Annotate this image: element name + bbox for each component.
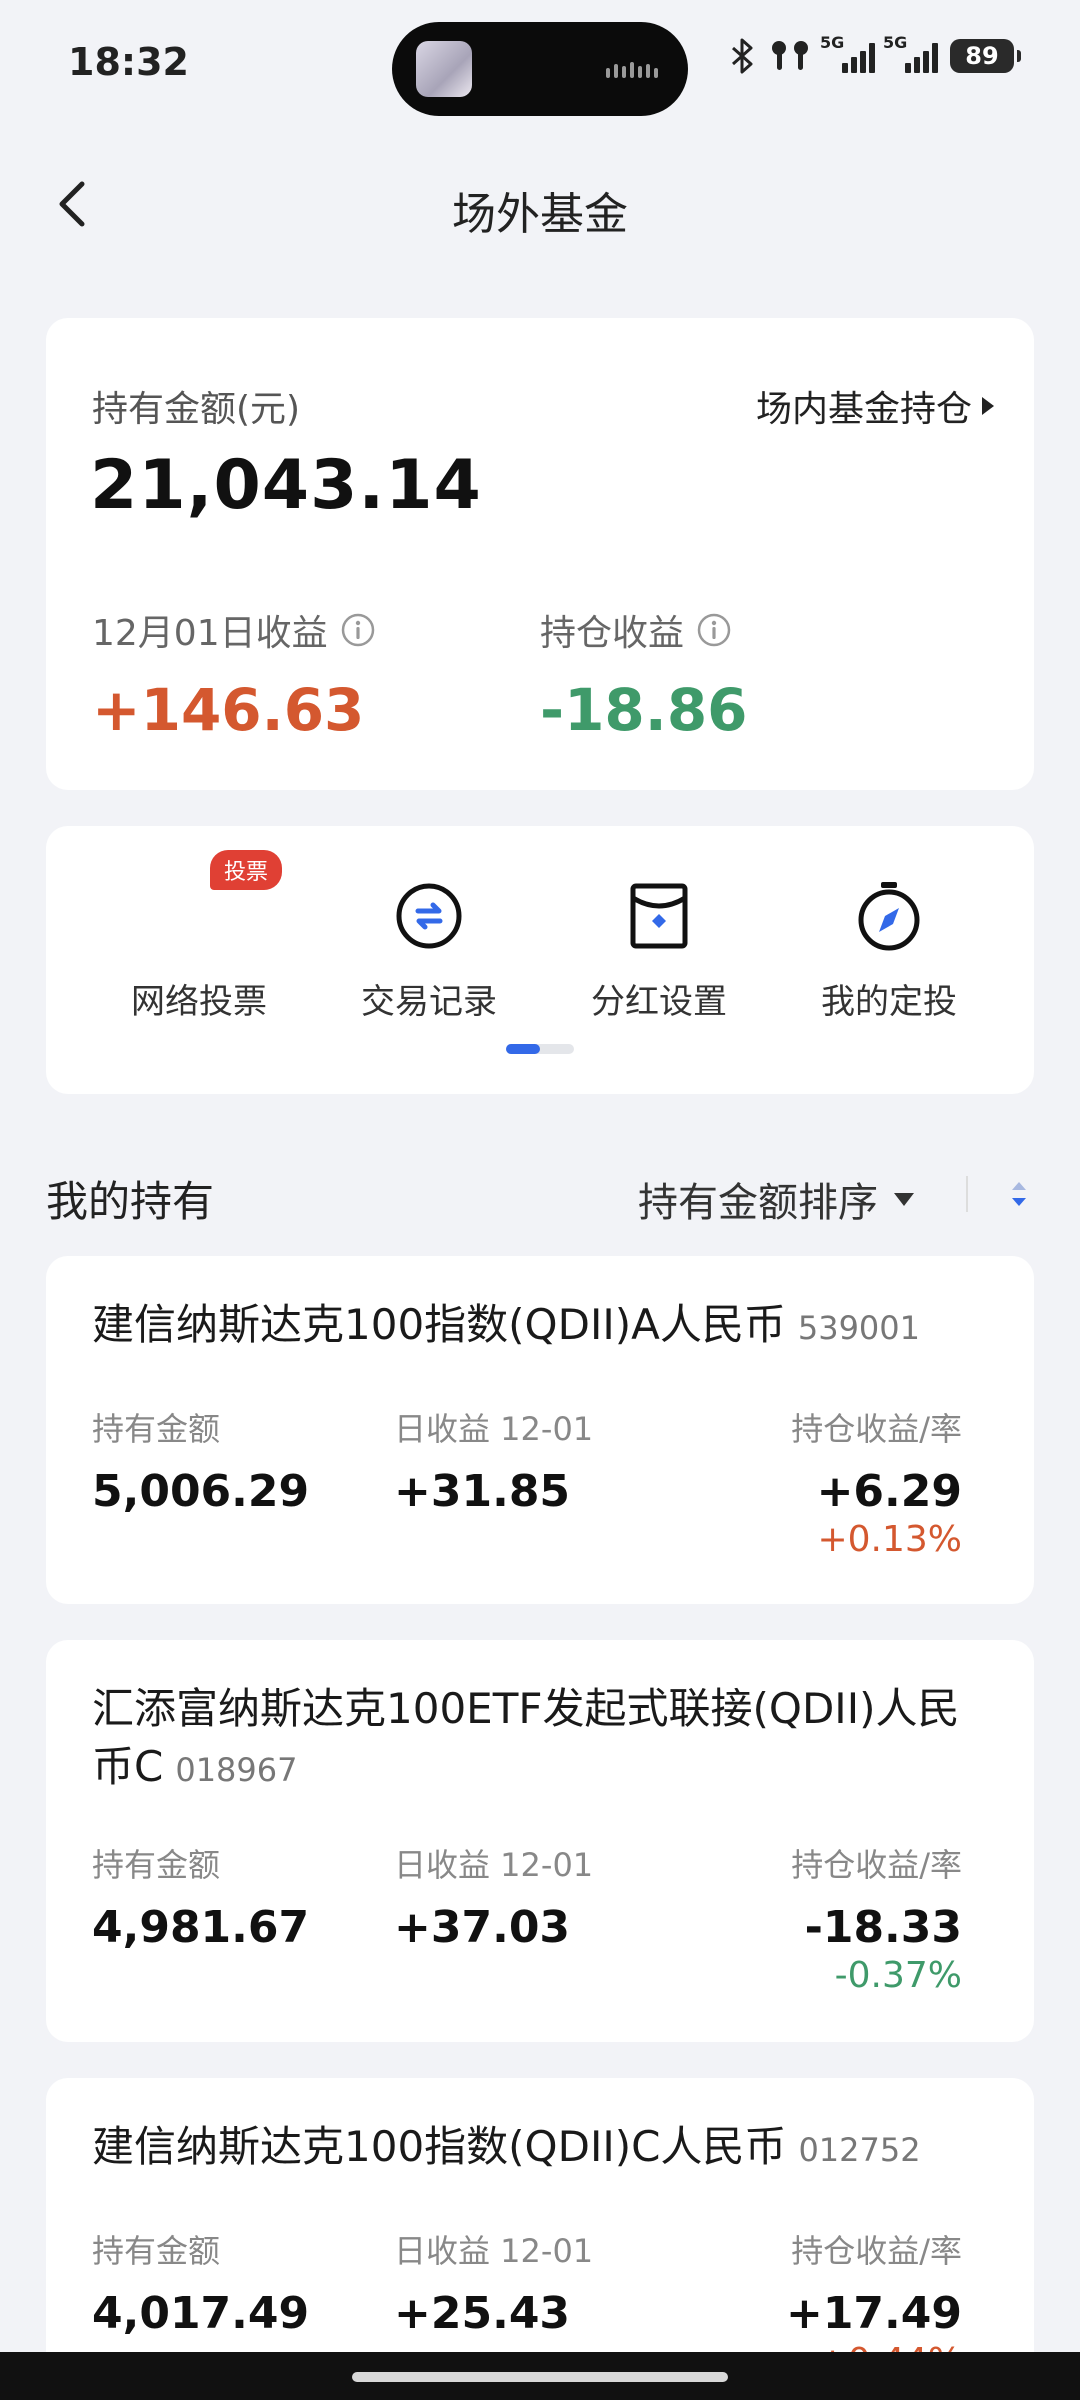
vote-icon [84,880,314,952]
navigation-bar [0,2352,1080,2400]
fund-card[interactable]: 汇添富纳斯达克100ETF发起式联接(QDII)人民币C 018967 持有金额 … [46,1640,1034,2042]
info-icon[interactable] [340,612,376,648]
fund-name: 建信纳斯达克100指数(QDII)C人民币 [92,2122,787,2171]
shortcuts-card: 网络投票 投票 交易记录 分红设置 我的定投 [46,826,1034,1094]
position-rate: -0.37% [834,1955,962,1996]
holding-amount-label: 持有金额(元) [92,389,301,430]
daily-label: 日收益 12-01 [394,2232,594,2270]
signal-icon-2: 5G [883,33,938,73]
shortcut-label: 交易记录 [361,982,497,1022]
audio-wave-icon [606,62,658,78]
shortcut-pager [506,1044,574,1054]
battery-icon: 89 [950,39,1021,73]
holding-summary-card: 持有金额(元) 场内基金持仓 21,043.14 12月01日收益 +146.6… [46,318,1034,790]
home-indicator[interactable] [352,2372,728,2382]
dynamic-island[interactable] [392,22,688,116]
amount-value: 4,017.49 [92,2288,310,2339]
daily-earnings-label: 12月01日收益 [92,613,328,654]
fund-name-line: 建信纳斯达克100指数(QDII)C人民币 012752 [92,2118,974,2179]
fund-name-line: 建信纳斯达克100指数(QDII)A人民币 539001 [92,1296,974,1357]
page-header: 场外基金 [0,160,1080,250]
shortcut-dividend-settings[interactable]: 分红设置 [544,880,774,1023]
status-bar: 18:32 5G 5G 89 [0,0,1080,130]
daily-earnings-value: +146.63 [92,676,365,744]
daily-label: 日收益 12-01 [394,1410,594,1448]
triangle-right-icon [982,397,994,415]
media-thumbnail [416,41,472,97]
triangle-down-icon [894,1192,914,1206]
fund-name: 建信纳斯达克100指数(QDII)A人民币 [92,1300,786,1349]
battery-level: 89 [965,42,999,70]
amount-label: 持有金额 [92,1846,221,1884]
position-label: 持仓收益/率 [791,1846,962,1884]
holdings-header: 我的持有 持有金额排序 [46,1160,1034,1230]
onsite-fund-link-label: 场内基金持仓 [755,389,972,430]
info-icon[interactable] [696,612,732,648]
earbuds-icon [772,41,808,70]
shortcut-label: 网络投票 [131,982,267,1022]
shortcut-label: 我的定投 [821,982,957,1022]
shortcut-my-auto-invest[interactable]: 我的定投 [774,880,1004,1023]
amount-value: 5,006.29 [92,1466,310,1517]
position-earnings-label: 持仓收益 [540,613,685,654]
daily-value: +31.85 [394,1466,571,1517]
amount-value: 4,981.67 [92,1902,310,1953]
holding-amount-value: 21,043.14 [90,446,482,525]
shortcut-trade-records[interactable]: 交易记录 [314,880,544,1023]
position-earnings-block: 持仓收益 -18.86 [540,604,748,744]
position-value: +6.29 [816,1466,962,1517]
daily-value: +25.43 [394,2288,571,2339]
signal-icon: 5G [820,33,875,73]
fund-code: 539001 [797,1309,920,1347]
sort-dropdown[interactable]: 持有金额排序 [638,1170,914,1228]
sort-order-icon[interactable] [1004,1172,1034,1216]
daily-value: +37.03 [394,1902,571,1953]
onsite-fund-link[interactable]: 场内基金持仓 [756,380,994,432]
sort-label: 持有金额排序 [638,1180,878,1226]
daily-earnings-block: 12月01日收益 +146.63 [92,604,376,744]
shortcut-online-voting[interactable]: 网络投票 投票 [84,850,314,1023]
bluetooth-icon [732,38,753,74]
position-earnings-value: -18.86 [540,676,748,744]
divider [966,1176,968,1212]
position-value: -18.33 [804,1902,962,1953]
page-title: 场外基金 [452,189,628,240]
fund-name-line: 汇添富纳斯达克100ETF发起式联接(QDII)人民币C 018967 [92,1680,974,1799]
position-value: +17.49 [785,2288,962,2339]
dividend-box-icon [630,883,688,949]
fund-code: 012752 [798,2131,921,2169]
holdings-title: 我的持有 [46,1177,215,1226]
position-label: 持仓收益/率 [791,1410,962,1448]
shortcut-label: 分红设置 [591,982,727,1022]
fund-code: 018967 [175,1751,298,1789]
vote-badge: 投票 [210,850,283,890]
pager-active-dot [506,1044,540,1054]
exchange-icon [396,883,462,949]
position-rate: +0.13% [817,1519,962,1560]
amount-label: 持有金额 [92,2232,221,2270]
position-label: 持仓收益/率 [791,2232,962,2270]
status-icons: 5G 5G 89 [730,33,1021,74]
daily-label: 日收益 12-01 [394,1846,594,1884]
amount-label: 持有金额 [92,1410,221,1448]
status-time: 18:32 [68,40,189,84]
stopwatch-compass-icon [858,882,920,951]
fund-card[interactable]: 建信纳斯达克100指数(QDII)A人民币 539001 持有金额 5,006.2… [46,1256,1034,1604]
